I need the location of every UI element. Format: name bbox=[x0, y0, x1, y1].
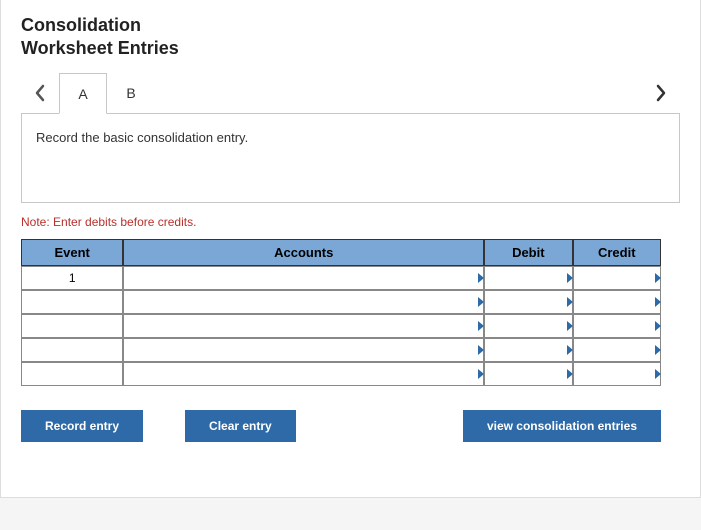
page-title: Consolidation Worksheet Entries bbox=[21, 14, 680, 59]
accounts-cell[interactable] bbox=[123, 338, 484, 362]
event-cell bbox=[21, 314, 123, 338]
credit-cell[interactable] bbox=[573, 362, 661, 386]
debit-cell[interactable] bbox=[484, 266, 572, 290]
tabs: A B bbox=[59, 73, 155, 113]
view-consolidation-entries-button[interactable]: view consolidation entries bbox=[463, 410, 661, 442]
debit-cell[interactable] bbox=[484, 290, 572, 314]
tab-b[interactable]: B bbox=[107, 73, 155, 113]
title-line-2: Worksheet Entries bbox=[21, 38, 179, 58]
title-line-1: Consolidation bbox=[21, 15, 141, 35]
event-cell: 1 bbox=[21, 266, 123, 290]
credit-cell[interactable] bbox=[573, 290, 661, 314]
nav-left: A B bbox=[21, 73, 155, 113]
dropdown-icon bbox=[655, 297, 661, 307]
accounts-cell[interactable] bbox=[123, 290, 484, 314]
worksheet-panel: Consolidation Worksheet Entries A B Reco… bbox=[0, 0, 701, 498]
table-row: 1 bbox=[21, 266, 661, 290]
col-header-credit: Credit bbox=[573, 239, 661, 266]
table-row bbox=[21, 290, 661, 314]
table-row bbox=[21, 314, 661, 338]
tab-a[interactable]: A bbox=[59, 73, 107, 114]
debit-cell[interactable] bbox=[484, 314, 572, 338]
credit-cell[interactable] bbox=[573, 338, 661, 362]
dropdown-icon bbox=[655, 345, 661, 355]
table-row bbox=[21, 338, 661, 362]
col-header-debit: Debit bbox=[484, 239, 572, 266]
dropdown-icon bbox=[655, 321, 661, 331]
accounts-cell[interactable] bbox=[123, 266, 484, 290]
record-entry-button[interactable]: Record entry bbox=[21, 410, 143, 442]
actions-row: Record entry Clear entry view consolidat… bbox=[21, 410, 661, 442]
event-cell bbox=[21, 290, 123, 314]
instruction-box: Record the basic consolidation entry. bbox=[21, 113, 680, 203]
col-header-accounts: Accounts bbox=[123, 239, 484, 266]
journal-entry-table: Event Accounts Debit Credit 1 bbox=[21, 239, 661, 386]
col-header-event: Event bbox=[21, 239, 123, 266]
clear-entry-button[interactable]: Clear entry bbox=[185, 410, 296, 442]
dropdown-icon bbox=[655, 273, 661, 283]
event-cell bbox=[21, 362, 123, 386]
next-chevron-icon[interactable] bbox=[642, 73, 680, 113]
credit-cell[interactable] bbox=[573, 266, 661, 290]
table-row bbox=[21, 362, 661, 386]
tab-nav-row: A B bbox=[21, 73, 680, 113]
note-text: Note: Enter debits before credits. bbox=[21, 215, 680, 229]
dropdown-icon bbox=[655, 369, 661, 379]
accounts-cell[interactable] bbox=[123, 314, 484, 338]
actions-left: Record entry Clear entry bbox=[21, 410, 296, 442]
prev-chevron-icon[interactable] bbox=[21, 73, 59, 113]
event-cell bbox=[21, 338, 123, 362]
instruction-text: Record the basic consolidation entry. bbox=[36, 130, 248, 145]
debit-cell[interactable] bbox=[484, 362, 572, 386]
accounts-cell[interactable] bbox=[123, 362, 484, 386]
credit-cell[interactable] bbox=[573, 314, 661, 338]
debit-cell[interactable] bbox=[484, 338, 572, 362]
